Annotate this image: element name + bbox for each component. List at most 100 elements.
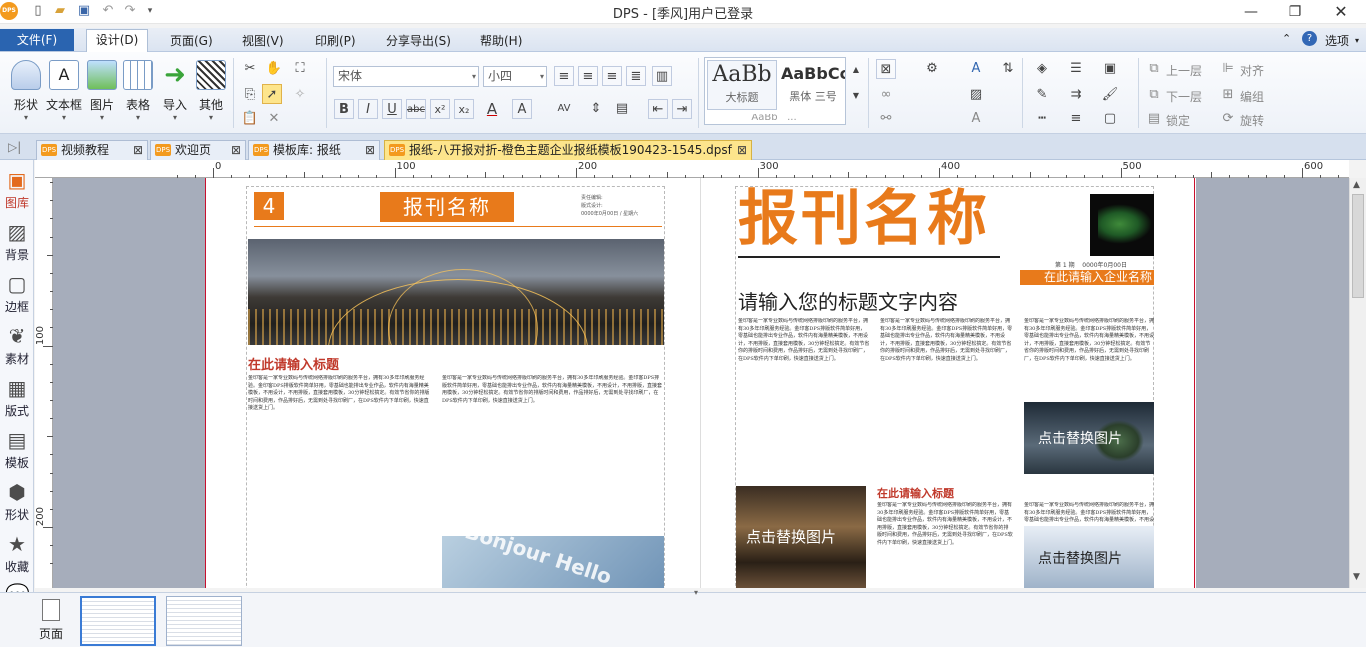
- textbox-button[interactable]: A 文本框 ▾: [44, 56, 84, 132]
- panel-toggle-icon[interactable]: ▷|: [8, 140, 21, 154]
- link-icon[interactable]: ∞: [876, 85, 896, 105]
- panel-layout[interactable]: ▦ 版式: [0, 376, 34, 419]
- menu-file[interactable]: 文件(F): [0, 29, 74, 51]
- delete-icon[interactable]: ✕: [264, 109, 284, 129]
- rotate-icon[interactable]: ⟳: [1218, 109, 1238, 129]
- columns-icon[interactable]: ▤: [612, 99, 632, 119]
- keyboard-photo[interactable]: Bonjour Hello: [442, 536, 664, 588]
- lock-icon[interactable]: ▤: [1144, 109, 1164, 129]
- close-tab-icon[interactable]: ⊠: [365, 141, 375, 159]
- page-number-box[interactable]: 4: [254, 192, 284, 220]
- distribute-icon[interactable]: ▥: [652, 66, 672, 86]
- gallery-up-icon[interactable]: ▲: [846, 60, 866, 80]
- bring-forward-button[interactable]: 上一层: [1166, 62, 1202, 79]
- right-article-col3[interactable]: 金印客是一家专业数码与传统网络排版印刷的服务平台，拥有30多年印刷服务经验。金印…: [1024, 318, 1154, 398]
- font-color-icon[interactable]: A: [482, 99, 502, 119]
- left-subhead[interactable]: 在此请输入标题: [248, 354, 339, 373]
- line-color-icon[interactable]: ✎: [1032, 85, 1052, 105]
- panel-material[interactable]: ❦ 素材: [0, 324, 34, 367]
- right-article-col3b[interactable]: 金印客是一家专业数码与传统网络排版印刷的服务平台，拥有30多年印刷服务经验。金印…: [1024, 502, 1154, 524]
- unlink-icon[interactable]: ⚯: [876, 109, 896, 129]
- scroll-thumb[interactable]: [1352, 194, 1364, 298]
- align-objects-icon[interactable]: ⊫: [1218, 59, 1238, 79]
- align-right-icon[interactable]: ≡: [602, 66, 622, 86]
- underline-icon[interactable]: U: [382, 99, 402, 119]
- border-style-icon[interactable]: ☰: [1066, 59, 1086, 79]
- options-dropdown-icon[interactable]: ▾: [1355, 36, 1359, 45]
- menu-page[interactable]: 页面(G): [170, 32, 213, 49]
- tab-newspaper-document[interactable]: DPS 报纸-八开报对折-橙色主题企业报纸模板190423-1545.dpsf ⊠: [384, 140, 752, 160]
- align-left-icon[interactable]: ≡: [554, 66, 574, 86]
- close-tab-icon[interactable]: ⊠: [133, 141, 143, 159]
- outdent-icon[interactable]: ⇥: [672, 99, 692, 119]
- menu-print[interactable]: 印刷(P): [315, 32, 356, 49]
- shape-button[interactable]: 形状 ▾: [6, 56, 46, 132]
- right-masthead[interactable]: 报刊名称: [738, 184, 990, 254]
- italic-icon[interactable]: I: [358, 99, 378, 119]
- paste-icon[interactable]: 📋: [240, 109, 260, 129]
- tab-template-library[interactable]: DPS 模板库: 报纸 ⊠: [248, 140, 380, 160]
- right-subhead[interactable]: 在此请输入标题: [877, 485, 954, 501]
- cut-icon[interactable]: ✂: [240, 59, 260, 79]
- menu-help[interactable]: 帮助(H): [480, 32, 522, 49]
- character-spacing-icon[interactable]: AV: [554, 99, 574, 119]
- strikethrough-icon[interactable]: abc: [406, 99, 426, 119]
- company-name-bar[interactable]: 在此请输入企业名称: [1020, 270, 1154, 285]
- send-backward-icon[interactable]: ⧉: [1144, 85, 1164, 105]
- collapse-ribbon-icon[interactable]: ⌃: [1282, 32, 1291, 45]
- justify-icon[interactable]: ≣: [626, 66, 646, 86]
- magic-wand-icon[interactable]: ✧: [290, 85, 310, 105]
- bold-icon[interactable]: B: [334, 99, 354, 119]
- panel-template[interactable]: ▤ 模板: [0, 428, 34, 471]
- left-article-col2[interactable]: 金印客是一家专业数码与传统网络排版印刷的服务平台，拥有30多年印刷服务经验。金印…: [442, 375, 662, 529]
- panel-background[interactable]: ▨ 背景: [0, 220, 34, 263]
- text-style-gallery[interactable]: AaBb 大标题 AaBbCc 黑体 三号 AaBb ...: [704, 57, 846, 125]
- panel-favorites[interactable]: ★ 收藏: [0, 532, 34, 575]
- indent-icon[interactable]: ⇤: [648, 99, 668, 119]
- hand-tool-icon[interactable]: ✋: [264, 59, 284, 79]
- panel-border[interactable]: ▢ 边框: [0, 272, 34, 315]
- right-article-col2b[interactable]: 金印客是一家专业数码与传统网络排版印刷的服务平台，拥有30多年印刷服务经验。金印…: [877, 502, 1013, 588]
- page-thumbnail-2[interactable]: [166, 596, 242, 646]
- group-button[interactable]: 编组: [1240, 88, 1264, 105]
- menu-share-export[interactable]: 分享导出(S): [386, 32, 451, 49]
- format-brush-icon[interactable]: 🖌: [1100, 85, 1120, 105]
- tab-welcome[interactable]: DPS 欢迎页 ⊠: [150, 140, 246, 160]
- text-direction-icon[interactable]: ⇅: [998, 59, 1018, 79]
- send-backward-button[interactable]: 下一层: [1166, 88, 1202, 105]
- align-center-icon[interactable]: ≡: [578, 66, 598, 86]
- close-tab-icon[interactable]: ⊠: [231, 141, 241, 159]
- text-shadow-icon[interactable]: A: [966, 109, 986, 129]
- copy-icon[interactable]: ⎘: [240, 85, 260, 105]
- table-button[interactable]: 表格 ▾: [118, 56, 158, 132]
- page-panel-button[interactable]: 页面: [36, 597, 66, 643]
- arrow-style-icon[interactable]: ⇉: [1066, 85, 1086, 105]
- font-size-select[interactable]: 小四 ▾: [483, 66, 547, 87]
- help-icon[interactable]: ?: [1302, 31, 1317, 46]
- menu-design[interactable]: 设计(D): [86, 29, 148, 52]
- line-weight-icon[interactable]: ≡: [1066, 109, 1086, 129]
- design-canvas[interactable]: 4 报刊名称 责任编辑: 版式设计: 0000年0月00日 / 星期六 在此请输…: [53, 178, 1349, 588]
- line-spacing-icon[interactable]: ⇕: [586, 99, 606, 119]
- pine-branch-photo[interactable]: [1090, 194, 1154, 256]
- dash-style-icon[interactable]: ┅: [1032, 109, 1052, 129]
- style-large-title[interactable]: AaBb 大标题: [707, 60, 777, 110]
- close-tab-icon[interactable]: ⊠: [737, 141, 747, 159]
- fill-color-icon[interactable]: ◈: [1032, 59, 1052, 79]
- page-thumbnail-1[interactable]: [80, 596, 156, 646]
- trees-photo[interactable]: 点击替换图片: [1024, 402, 1154, 474]
- import-button[interactable]: ➜ 导入 ▾: [155, 56, 195, 132]
- gallery-down-icon[interactable]: ▼: [846, 86, 866, 106]
- image-edit-icon[interactable]: ▨: [966, 85, 986, 105]
- style-heiti[interactable]: AaBbCc 黑体 三号: [781, 60, 845, 110]
- scroll-up-arrow-icon[interactable]: ▲: [1353, 180, 1360, 190]
- restore-icon[interactable]: ❐: [1280, 2, 1310, 22]
- subscript-icon[interactable]: x₂: [454, 99, 474, 119]
- right-article-col1[interactable]: 金印客是一家专业数码与传统网络排版印刷的服务平台，拥有30多年印刷服务经验。金印…: [738, 318, 870, 476]
- rotate-button[interactable]: 旋转: [1240, 112, 1264, 129]
- bring-forward-icon[interactable]: ⧉: [1144, 59, 1164, 79]
- left-masthead[interactable]: 报刊名称: [380, 192, 514, 222]
- font-family-select[interactable]: 宋体 ▾: [333, 66, 479, 87]
- image-button[interactable]: 图片 ▾: [82, 56, 122, 132]
- strip-collapse-icon[interactable]: ▾: [694, 588, 698, 597]
